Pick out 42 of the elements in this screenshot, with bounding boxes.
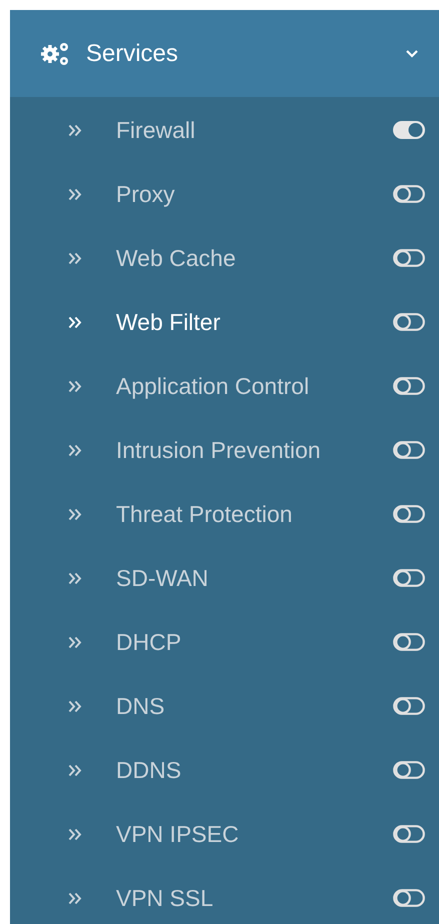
toggle-off-icon[interactable] — [393, 376, 425, 396]
toggle-off-icon[interactable] — [393, 760, 425, 780]
double-chevron-icon — [68, 252, 82, 264]
gears-icon — [40, 40, 70, 66]
menu-item[interactable]: Intrusion Prevention — [116, 432, 393, 468]
menu-item[interactable]: Firewall — [116, 112, 393, 148]
double-chevron-icon — [68, 316, 82, 328]
toggle-off-icon[interactable] — [393, 504, 425, 524]
double-chevron-icon — [68, 828, 82, 840]
toggle-off-icon[interactable] — [393, 440, 425, 460]
menu-item[interactable]: DDNS — [116, 752, 393, 788]
menu-header[interactable]: Services — [10, 10, 439, 97]
menu-item[interactable]: VPN IPSEC — [116, 816, 393, 852]
menu-item[interactable]: VPN SSL — [116, 880, 393, 916]
toggle-off-icon[interactable] — [393, 888, 425, 908]
double-chevron-icon — [68, 764, 82, 776]
toggle-off-icon[interactable] — [393, 184, 425, 204]
double-chevron-icon — [68, 892, 82, 904]
menu-item[interactable]: Web Filter — [116, 304, 393, 340]
double-chevron-icon — [68, 572, 82, 584]
toggle-off-icon[interactable] — [393, 312, 425, 332]
menu-title: Services — [86, 38, 180, 68]
double-chevron-icon — [68, 444, 82, 456]
toggle-off-icon[interactable] — [393, 248, 425, 268]
menu-item[interactable]: Web Cache — [116, 240, 393, 276]
menu-item[interactable]: SD-WAN — [116, 560, 393, 596]
double-chevron-icon — [68, 188, 82, 200]
toggle-off-icon[interactable] — [393, 824, 425, 844]
menu-item[interactable]: Proxy — [116, 176, 393, 212]
menu-item[interactable]: Threat Protection — [116, 496, 393, 532]
toggle-off-icon[interactable] — [393, 696, 425, 716]
toggle-off-icon[interactable] — [393, 568, 425, 588]
menu-item[interactable]: Application Control — [116, 368, 393, 404]
toggle-off-icon[interactable] — [393, 632, 425, 652]
double-chevron-icon — [68, 124, 82, 136]
toggle-on-icon[interactable] — [393, 120, 425, 140]
menu-item[interactable]: DNS — [116, 688, 393, 724]
double-chevron-icon — [68, 700, 82, 712]
double-chevron-icon — [68, 636, 82, 648]
double-chevron-icon — [68, 380, 82, 392]
menu-item[interactable]: DHCP — [116, 624, 393, 660]
double-chevron-icon — [68, 508, 82, 520]
